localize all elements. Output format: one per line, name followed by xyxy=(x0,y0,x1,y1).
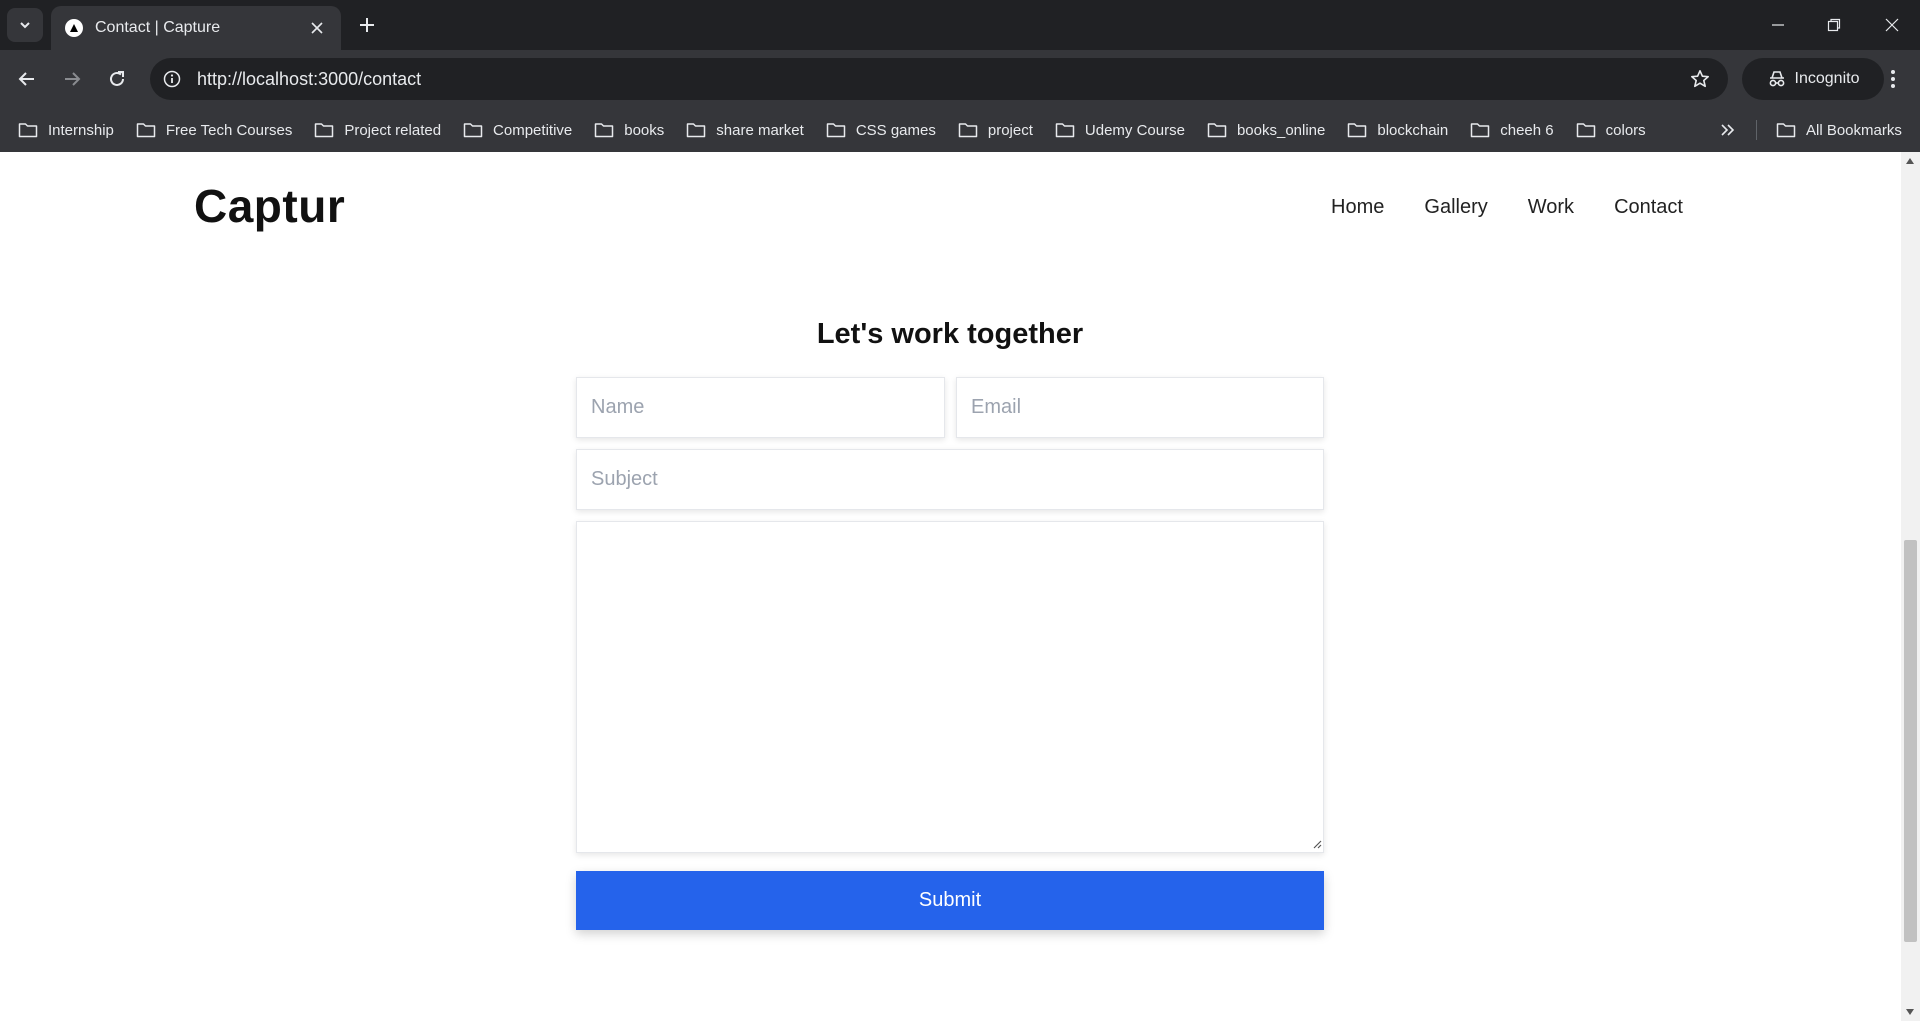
folder-icon xyxy=(1055,123,1075,138)
minimize-button[interactable] xyxy=(1750,0,1806,50)
folder-icon xyxy=(18,123,38,138)
nav-link-contact[interactable]: Contact xyxy=(1614,196,1683,219)
all-bookmarks-button[interactable]: All Bookmarks xyxy=(1776,108,1902,152)
page-scrollbar[interactable] xyxy=(1901,152,1920,1021)
folder-icon xyxy=(826,123,846,138)
arrow-right-icon xyxy=(65,72,81,86)
nav-link-home[interactable]: Home xyxy=(1331,196,1384,219)
page-viewport: Captur Home Gallery Work Contact Let's w… xyxy=(0,152,1901,1021)
resize-grip-icon[interactable] xyxy=(1310,837,1322,849)
close-window-button[interactable] xyxy=(1864,0,1920,50)
chevron-down-icon xyxy=(20,22,30,29)
submit-button[interactable]: Submit xyxy=(576,871,1324,930)
folder-icon xyxy=(1776,123,1796,138)
close-icon xyxy=(1885,18,1899,32)
back-button[interactable] xyxy=(10,62,44,96)
bookmark-folder[interactable]: books xyxy=(594,122,664,139)
scroll-thumb[interactable] xyxy=(1904,540,1917,942)
incognito-icon xyxy=(1769,71,1784,87)
incognito-badge[interactable]: Incognito xyxy=(1742,58,1884,100)
folder-icon xyxy=(958,123,978,138)
folder-icon xyxy=(136,123,156,138)
bookmark-folder[interactable]: Project related xyxy=(314,122,441,139)
message-textarea[interactable] xyxy=(576,521,1324,853)
folder-icon xyxy=(1348,123,1367,138)
folder-icon xyxy=(1576,123,1595,138)
folder-icon xyxy=(463,123,483,138)
address-bar[interactable]: http://localhost:3000/contact xyxy=(150,58,1728,100)
more-bookmarks-button[interactable] xyxy=(1714,118,1742,142)
main-nav: Home Gallery Work Contact xyxy=(1331,196,1683,219)
bookmark-folder[interactable]: Internship xyxy=(18,122,114,139)
name-input[interactable] xyxy=(576,377,945,438)
bookmark-folder[interactable]: share market xyxy=(686,122,804,139)
bookmark-folder[interactable]: blockchain xyxy=(1347,122,1448,139)
bookmark-folder[interactable]: CSS games xyxy=(826,122,936,139)
restore-icon xyxy=(1827,18,1841,32)
site-logo[interactable]: Captur xyxy=(194,179,345,233)
contact-heading: Let's work together xyxy=(816,318,1084,350)
reload-button[interactable] xyxy=(100,62,134,96)
scroll-down-arrow-icon[interactable] xyxy=(1906,1009,1914,1015)
arrow-left-icon xyxy=(18,72,34,86)
tab-search-button[interactable] xyxy=(7,8,43,42)
nav-link-gallery[interactable]: Gallery xyxy=(1424,196,1487,219)
bookmark-folder[interactable]: cheeh 6 xyxy=(1470,122,1554,139)
bookmark-folder[interactable]: Competitive xyxy=(463,122,572,139)
subject-input[interactable] xyxy=(576,449,1324,510)
incognito-label: Incognito xyxy=(1794,70,1860,87)
email-input[interactable] xyxy=(956,377,1324,438)
close-icon[interactable] xyxy=(305,16,329,40)
tab-title: Contact | Capture xyxy=(95,19,221,36)
folder-icon xyxy=(315,123,334,138)
bookmark-folder[interactable]: project xyxy=(958,122,1033,139)
restore-button[interactable] xyxy=(1806,0,1862,50)
reload-icon xyxy=(110,71,124,86)
nav-link-work[interactable]: Work xyxy=(1528,196,1574,219)
kebab-menu-icon xyxy=(1891,70,1895,88)
browser-tab-bar: Contact | Capture xyxy=(0,0,1920,50)
bookmark-folder[interactable]: colors xyxy=(1576,122,1646,139)
bookmarks-divider xyxy=(1756,120,1757,140)
new-tab-button[interactable] xyxy=(352,10,382,40)
folder-icon xyxy=(687,123,706,138)
folder-icon xyxy=(1471,123,1490,138)
browser-menu-button[interactable] xyxy=(1876,62,1910,96)
info-icon[interactable] xyxy=(157,64,187,94)
minimize-icon xyxy=(1772,24,1784,26)
bookmark-folder[interactable]: Udemy Course xyxy=(1055,122,1185,139)
browser-toolbar: http://localhost:3000/contact Incognito … xyxy=(0,50,1920,156)
folder-icon xyxy=(595,123,614,138)
url-text[interactable]: http://localhost:3000/contact xyxy=(197,69,1682,90)
bookmark-folder[interactable]: Free Tech Courses xyxy=(136,122,292,139)
scroll-up-arrow-icon[interactable] xyxy=(1906,158,1914,164)
plus-icon xyxy=(360,18,374,32)
double-chevron-right-icon xyxy=(1721,124,1735,136)
active-tab[interactable]: Contact | Capture xyxy=(51,6,341,50)
bookmark-folder[interactable]: books_online xyxy=(1207,122,1325,139)
bookmarks-bar: Internship Free Tech Courses Project rel… xyxy=(0,108,1920,152)
star-icon[interactable] xyxy=(1682,61,1718,97)
folder-icon xyxy=(1207,123,1227,138)
forward-button[interactable] xyxy=(55,62,89,96)
triangle-icon xyxy=(65,19,83,37)
